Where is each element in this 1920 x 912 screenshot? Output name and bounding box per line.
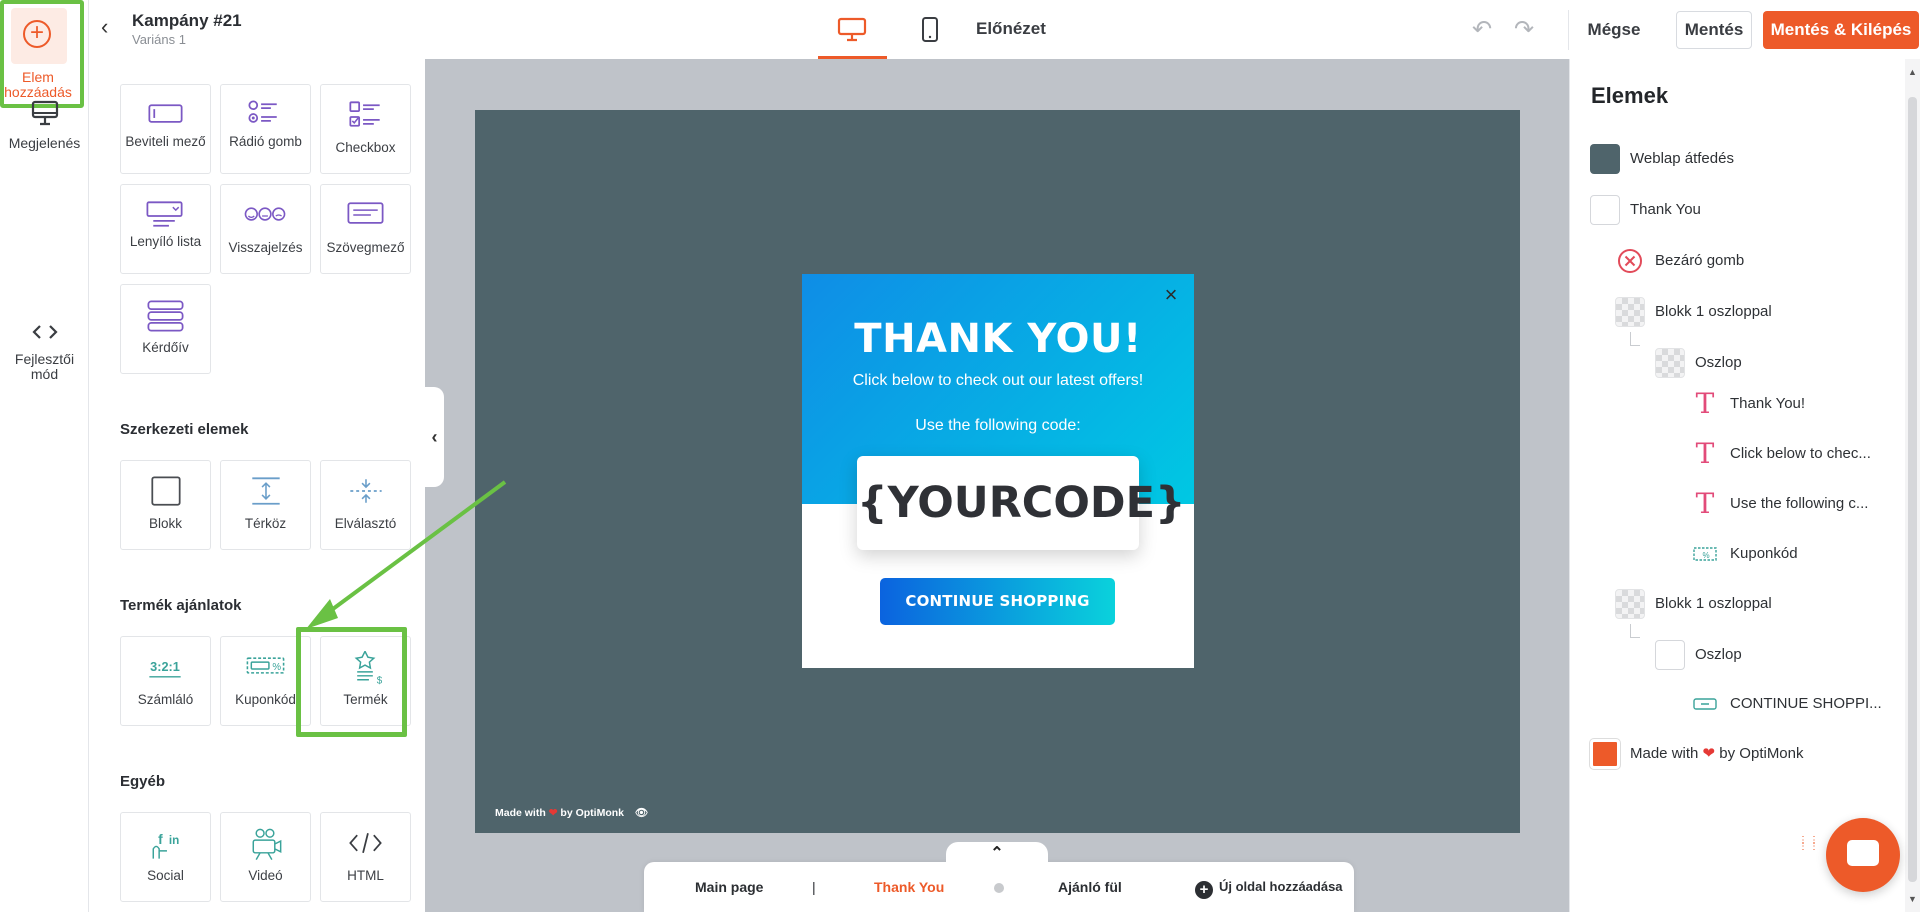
chat-icon	[1847, 840, 1879, 866]
layer-label: Bezáró gomb	[1655, 252, 1745, 269]
layer-label: by OptiMonk	[1719, 745, 1804, 762]
text-icon: T	[1695, 487, 1715, 520]
add-page-button[interactable]: + Új oldal hozzáadása	[1195, 879, 1343, 899]
mobile-icon	[922, 17, 938, 42]
tab-separator: |	[812, 879, 816, 895]
redo-icon[interactable]: ↷	[1514, 15, 1534, 44]
plus-circle-icon: +	[1195, 881, 1213, 899]
layer-label: Click below to chec...	[1730, 445, 1871, 462]
layer-label: Weblap átfedés	[1630, 150, 1734, 167]
add-page-label: Új oldal hozzáadása	[1219, 879, 1343, 894]
right-panel-scrollbar[interactable]: ▲ ▼	[1905, 59, 1920, 912]
layer-label: Blokk 1 oszloppal	[1655, 595, 1772, 612]
toolbar-divider	[1568, 10, 1569, 50]
chevron-up-icon: ⌃	[990, 845, 1004, 862]
block-swatch-icon	[1615, 297, 1645, 327]
optimonk-logo-icon	[1590, 739, 1620, 769]
layer-label: CONTINUE SHOPPI...	[1730, 695, 1882, 712]
scroll-up-icon[interactable]: ▲	[1908, 67, 1917, 77]
back-arrow-icon[interactable]: ‹	[101, 14, 108, 40]
text-icon: T	[1695, 437, 1715, 470]
cancel-button[interactable]: Mégse	[1582, 11, 1646, 49]
tab-thank-you[interactable]: Thank You	[874, 879, 944, 895]
save-button[interactable]: Mentés	[1676, 11, 1752, 49]
layer-label: Use the following c...	[1730, 495, 1869, 512]
editor-app: Megjelenés + Elem hozzáadás Fejlesztői m…	[0, 0, 1920, 912]
elements-panel: Elemek Weblap átfedés Thank You Bezáró g…	[1569, 59, 1920, 912]
undo-icon[interactable]: ↶	[1472, 15, 1492, 44]
close-circle-icon	[1618, 249, 1642, 273]
campaign-title: Kampány #21	[132, 11, 242, 30]
block-swatch-icon	[1615, 589, 1645, 619]
button-icon	[1693, 698, 1717, 710]
overlay-swatch-icon	[1590, 144, 1620, 174]
layer-label: Made with	[1630, 745, 1699, 762]
drag-handle-icon[interactable]: ⋮⋮ ⋮⋮	[1798, 836, 1819, 878]
tab-main-page[interactable]: Main page	[695, 879, 763, 895]
made-with-label-group: Made with ❤ by OptiMonk	[1630, 739, 1804, 769]
layer-label: Blokk 1 oszloppal	[1655, 303, 1772, 320]
column-swatch-icon	[1655, 348, 1685, 378]
text-icon: T	[1695, 387, 1715, 420]
save-exit-button[interactable]: Mentés & Kilépés	[1763, 11, 1919, 49]
layer-label: Oszlop	[1695, 646, 1742, 663]
tab-dot-icon	[994, 883, 1004, 893]
tab-offer[interactable]: Ajánló fül	[1058, 879, 1122, 895]
scroll-down-icon[interactable]: ▼	[1908, 894, 1917, 904]
tree-connector	[1630, 332, 1640, 346]
tree-connector	[1630, 624, 1640, 638]
column-swatch-icon	[1655, 640, 1685, 670]
desktop-icon	[837, 17, 867, 42]
top-bar: ‹ Kampány #21 Variáns 1 Előnézet ↶ ↷ Még…	[89, 0, 1920, 59]
page-swatch-icon	[1590, 195, 1620, 225]
coupon-icon: %	[1693, 547, 1717, 561]
layer-label: Oszlop	[1695, 354, 1742, 371]
variant-label: Variáns 1	[132, 32, 186, 47]
svg-text:%: %	[1702, 551, 1709, 560]
preview-button[interactable]: Előnézet	[976, 19, 1046, 39]
elements-title: Elemek	[1591, 83, 1669, 108]
layer-label: Kuponkód	[1730, 545, 1798, 562]
scrollbar-thumb[interactable]	[1908, 97, 1917, 882]
layer-label: Thank You	[1630, 201, 1701, 218]
heart-icon: ❤	[1702, 745, 1716, 762]
chat-button[interactable]	[1826, 818, 1900, 892]
desktop-view-button[interactable]	[818, 0, 887, 59]
mobile-view-button[interactable]	[897, 0, 963, 59]
page-tabs-bar: Main page | Thank You Ajánló fül + Új old…	[644, 862, 1354, 912]
expand-pages-button[interactable]: ⌃	[946, 842, 1048, 868]
layer-label: Thank You!	[1730, 395, 1806, 412]
